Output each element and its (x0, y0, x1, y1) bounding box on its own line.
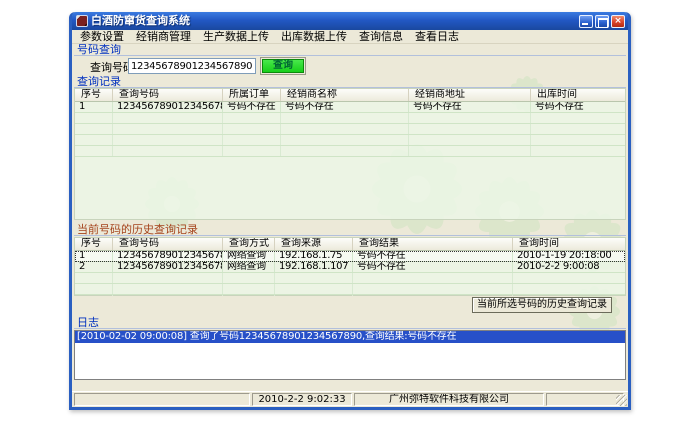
cell-outbound-time: 号码不存在 (531, 102, 625, 112)
status-bar: 2010-2-2 9:02:33 广州弥特软件科技有限公司 (72, 391, 628, 407)
col-header-index[interactable]: 序号 (75, 89, 113, 101)
query-records-table: 序号 查询号码 所属订单 经销商名称 经销商地址 出库时间 1 12345678… (74, 88, 626, 220)
status-panel-empty (546, 393, 624, 406)
query-number-input[interactable] (128, 58, 256, 74)
cell-query-source: 192.168.1.75 (275, 251, 353, 261)
col-header-query-method[interactable]: 查询方式 (223, 238, 275, 250)
minimize-button[interactable] (579, 15, 593, 28)
col-header-query-number[interactable]: 查询号码 (113, 89, 223, 101)
cell-index: 1 (75, 102, 113, 112)
table-header-row: 序号 查询号码 所属订单 经销商名称 经销商地址 出库时间 (75, 89, 625, 102)
cell-dealer-address: 号码不存在 (409, 102, 531, 112)
history-table: 序号 查询号码 查询方式 查询来源 查询结果 查询时间 1 1234567890… (74, 237, 626, 296)
cell-order: 号码不存在 (223, 102, 281, 112)
col-header-order[interactable]: 所属订单 (223, 89, 281, 101)
table-row[interactable]: 2 12345678901234567890 网络查询 192.168.1.10… (75, 262, 625, 273)
col-header-query-time[interactable]: 查询时间 (513, 238, 625, 250)
resize-grip[interactable] (616, 395, 627, 406)
cell-index: 2 (75, 262, 113, 272)
content-area: 号码查询 查询号码 查询 查询记录 序号 查询号码 所属订单 经销商名称 经销商… (72, 44, 628, 391)
title-bar[interactable]: 白酒防窜货查询系统 × (72, 12, 628, 30)
col-header-dealer-address[interactable]: 经销商地址 (409, 89, 531, 101)
menu-item-params[interactable]: 参数设置 (74, 30, 130, 43)
cell-query-number: 12345678901234567890 (113, 262, 223, 272)
cell-query-time: 2010-2-2 9:00:08 (513, 262, 625, 272)
status-panel-empty (74, 393, 250, 406)
close-button[interactable]: × (611, 15, 625, 28)
app-window: 白酒防窜货查询系统 × 参数设置 经销商管理 生产数据上传 出库数据上传 查询信… (69, 12, 631, 410)
table-empty-area (75, 157, 625, 220)
cell-query-source: 192.168.1.107 (275, 262, 353, 272)
cell-query-number: 12345678901234567890 (113, 102, 223, 112)
query-button[interactable]: 查询 (260, 57, 306, 75)
empty-grid-rows (75, 273, 625, 296)
status-company: 广州弥特软件科技有限公司 (354, 393, 544, 406)
cell-dealer-name: 号码不存在 (281, 102, 409, 112)
col-header-index[interactable]: 序号 (75, 238, 113, 250)
table-row[interactable]: 1 12345678901234567890 号码不存在 号码不存在 号码不存在… (75, 102, 625, 113)
query-row: 查询号码 查询 (74, 57, 626, 77)
menu-item-dealer-mgmt[interactable]: 经销商管理 (130, 30, 197, 43)
col-header-dealer-name[interactable]: 经销商名称 (281, 89, 409, 101)
section-title-log: 日志 (74, 317, 626, 329)
status-time: 2010-2-2 9:02:33 (252, 393, 352, 406)
menu-item-query-info[interactable]: 查询信息 (353, 30, 409, 43)
log-list: [2010-02-02 09:00:08] 查询了号码1234567890123… (74, 330, 626, 380)
app-icon (76, 15, 88, 27)
window-title: 白酒防窜货查询系统 (91, 12, 579, 30)
menu-item-outbound-upload[interactable]: 出库数据上传 (275, 30, 353, 43)
menu-item-production-upload[interactable]: 生产数据上传 (197, 30, 275, 43)
cell-query-method: 网络查询 (223, 251, 275, 261)
cell-query-time: 2010-1-19 20:18:00 (513, 251, 625, 261)
cell-index: 1 (75, 251, 113, 261)
table-row-selected[interactable]: 1 12345678901234567890 网络查询 192.168.1.75… (75, 251, 625, 262)
cell-query-result: 号码不存在 (353, 262, 513, 272)
history-button-row: 当前所选号码的历史查询记录 (74, 297, 626, 313)
table-header-row: 序号 查询号码 查询方式 查询来源 查询结果 查询时间 (75, 238, 625, 251)
cell-query-number: 12345678901234567890 (113, 251, 223, 261)
section-title-number-query: 号码查询 (74, 44, 626, 56)
cell-query-method: 网络查询 (223, 262, 275, 272)
cell-query-result: 号码不存在 (353, 251, 513, 261)
col-header-outbound-time[interactable]: 出库时间 (531, 89, 625, 101)
col-header-query-number[interactable]: 查询号码 (113, 238, 223, 250)
section-title-history: 当前号码的历史查询记录 (74, 224, 626, 236)
query-button-label: 查询 (262, 59, 304, 73)
empty-grid-rows (75, 113, 625, 157)
col-header-query-result[interactable]: 查询结果 (353, 238, 513, 250)
history-of-selected-number-button[interactable]: 当前所选号码的历史查询记录 (472, 297, 612, 313)
section-title-query-records: 查询记录 (74, 76, 626, 88)
log-entry-selected[interactable]: [2010-02-02 09:00:08] 查询了号码1234567890123… (75, 331, 625, 343)
col-header-query-source[interactable]: 查询来源 (275, 238, 353, 250)
menu-item-view-log[interactable]: 查看日志 (409, 30, 465, 43)
menu-bar: 参数设置 经销商管理 生产数据上传 出库数据上传 查询信息 查看日志 (72, 30, 628, 44)
maximize-button[interactable] (595, 15, 609, 28)
